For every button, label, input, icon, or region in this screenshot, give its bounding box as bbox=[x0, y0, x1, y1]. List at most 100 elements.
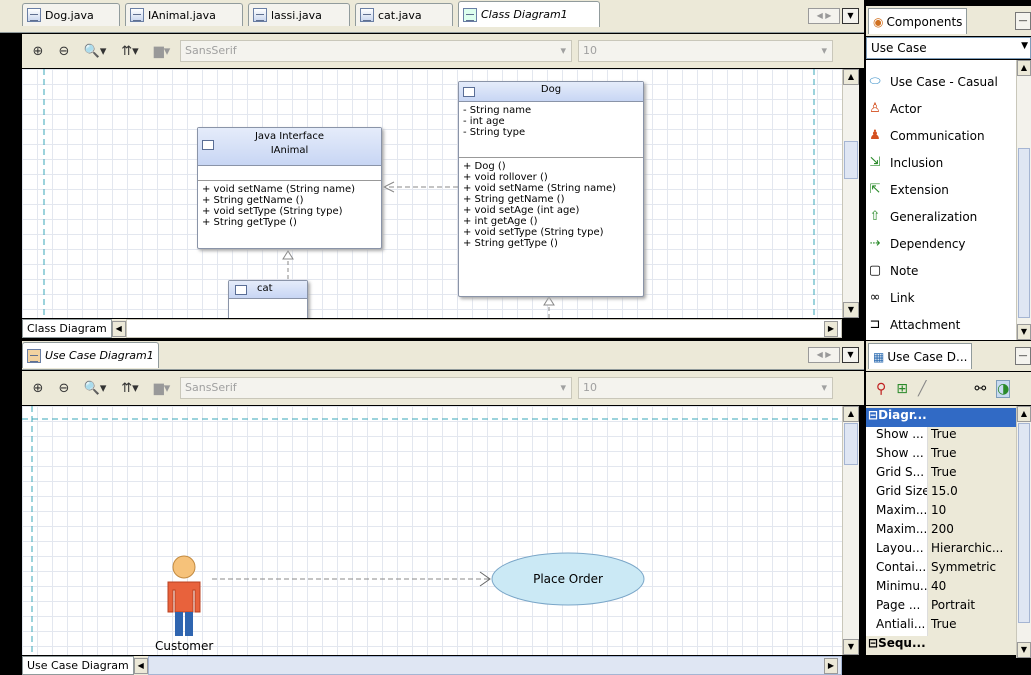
property-row[interactable]: Show ... True bbox=[866, 446, 1016, 465]
tab-class-diagram[interactable]: Class Diagram1 bbox=[458, 1, 600, 27]
component-attachment[interactable]: ⊐ Attachment bbox=[866, 311, 961, 338]
scroll-down-icon[interactable]: ▼ bbox=[1017, 642, 1031, 658]
property-row[interactable]: Grid Size 15.0 bbox=[866, 484, 1016, 503]
property-row[interactable]: Maxim... 200 bbox=[866, 522, 1016, 541]
zoom-in-icon[interactable]: ⊕ bbox=[28, 44, 48, 59]
component-inclusion[interactable]: ⇲ Inclusion bbox=[866, 149, 944, 176]
scroll-down-icon[interactable]: ▼ bbox=[1017, 324, 1031, 340]
ianimal-interface-box[interactable]: Java Interface IAnimal + void setName (St… bbox=[197, 127, 382, 249]
property-row[interactable]: Grid S... True bbox=[866, 465, 1016, 484]
component-actor[interactable]: ♙ Actor bbox=[866, 95, 921, 122]
component-extension[interactable]: ⇱ Extension bbox=[866, 176, 949, 203]
tab-scroll-buttons[interactable]: ◀ ▶ bbox=[808, 8, 840, 24]
scroll-thumb[interactable] bbox=[844, 141, 858, 179]
class-diagram-canvas[interactable]: Dog - String name - int age - String typ… bbox=[22, 69, 842, 318]
scroll-right-icon[interactable]: ▶ bbox=[824, 657, 838, 674]
font-family-select[interactable]: SansSerif ▾ bbox=[180, 40, 572, 62]
property-row[interactable]: Antiali... True bbox=[866, 617, 1016, 636]
tab-use-case-diagram[interactable]: Use Case Diagram1 bbox=[22, 342, 159, 368]
components-vscrollbar[interactable]: ▲ ▼ bbox=[1016, 60, 1031, 340]
align-icon[interactable]: ⇈▾ bbox=[116, 381, 144, 396]
zoom-fit-icon[interactable]: 🔍▾ bbox=[80, 381, 110, 396]
component-generalization[interactable]: ⇧ Generalization bbox=[866, 203, 978, 230]
property-value[interactable]: True bbox=[928, 617, 957, 636]
scroll-thumb[interactable] bbox=[1018, 148, 1030, 318]
usecase-diagram-canvas[interactable]: Customer Place Order bbox=[22, 406, 842, 655]
scroll-left-icon[interactable]: ◀ bbox=[111, 320, 126, 337]
color-icon[interactable]: ▆▾ bbox=[150, 381, 174, 396]
tab-ianimal-java[interactable]: IAnimal.java bbox=[125, 3, 243, 26]
edit-icon[interactable]: ╱ bbox=[918, 381, 926, 397]
property-value[interactable]: 15.0 bbox=[928, 484, 958, 503]
property-value[interactable]: True bbox=[928, 465, 957, 484]
scroll-right-icon[interactable]: ▶ bbox=[824, 320, 838, 337]
chevron-down-icon: ▾ bbox=[821, 44, 827, 57]
scroll-up-icon[interactable]: ▲ bbox=[843, 69, 859, 85]
property-value[interactable]: True bbox=[928, 446, 957, 465]
minimize-icon[interactable]: — bbox=[1015, 12, 1031, 30]
dog-class-box[interactable]: Dog - String name - int age - String typ… bbox=[458, 81, 644, 297]
component-link[interactable]: ∞ Link bbox=[866, 284, 915, 311]
scroll-left-icon[interactable]: ◀ bbox=[133, 657, 148, 674]
scroll-up-icon[interactable]: ▲ bbox=[1017, 406, 1031, 422]
scroll-up-icon[interactable]: ▲ bbox=[843, 406, 859, 422]
zoom-out-icon[interactable]: ⊖ bbox=[54, 381, 74, 396]
component-communication[interactable]: ♟ Communication bbox=[866, 122, 984, 149]
property-row[interactable]: Page ... Portrait bbox=[866, 598, 1016, 617]
property-value[interactable]: Hierarchic... bbox=[928, 541, 1003, 560]
usecase-diagram-tab-label[interactable]: Use Case Diagram bbox=[22, 656, 134, 675]
add-icon[interactable]: ⊞ bbox=[896, 381, 908, 397]
properties-vscrollbar[interactable]: ▲ ▼ bbox=[1016, 406, 1031, 658]
scroll-thumb[interactable] bbox=[844, 423, 858, 465]
cat-class-box[interactable]: cat bbox=[228, 280, 308, 318]
usecase-place-order[interactable]: Place Order bbox=[492, 553, 644, 605]
link-icon: ∞ bbox=[869, 290, 881, 305]
tab-dog-java[interactable]: Dog.java bbox=[22, 3, 120, 26]
component-dependency[interactable]: ⇢ Dependency bbox=[866, 230, 966, 257]
property-value[interactable]: 200 bbox=[928, 522, 954, 541]
component-note[interactable]: ▢ Note bbox=[866, 257, 919, 284]
property-value[interactable]: Symmetric bbox=[928, 560, 996, 579]
pin-icon[interactable]: ⚲ bbox=[876, 381, 886, 397]
zoom-in-icon[interactable]: ⊕ bbox=[28, 381, 48, 396]
property-row[interactable]: Layou... Hierarchic... bbox=[866, 541, 1016, 560]
font-size-select[interactable]: 10 ▾ bbox=[578, 377, 833, 399]
tab-components[interactable]: ◉ Components bbox=[868, 8, 968, 34]
property-row[interactable]: Show ... True bbox=[866, 427, 1016, 446]
tab-scroll-buttons[interactable]: ◀ ▶ bbox=[808, 347, 840, 363]
color-wheel-icon[interactable]: ◑ bbox=[996, 379, 1011, 398]
property-row[interactable]: Maxim... 10 bbox=[866, 503, 1016, 522]
minimize-icon[interactable]: — bbox=[1015, 347, 1031, 365]
color-icon[interactable]: ▆▾ bbox=[150, 44, 174, 59]
property-value[interactable]: Portrait bbox=[928, 598, 975, 617]
font-size-select[interactable]: 10 ▾ bbox=[578, 40, 833, 62]
scroll-down-icon[interactable]: ▼ bbox=[843, 302, 859, 318]
find-icon[interactable]: ⚯ bbox=[974, 381, 986, 397]
property-value[interactable]: 10 bbox=[928, 503, 946, 522]
zoom-fit-icon[interactable]: 🔍▾ bbox=[80, 44, 110, 59]
class-diagram-tab-label[interactable]: Class Diagram bbox=[22, 319, 112, 338]
font-family-select[interactable]: SansSerif ▾ bbox=[180, 377, 572, 399]
scroll-thumb[interactable] bbox=[1018, 423, 1030, 623]
properties-section-diagram[interactable]: ⊟ Diagr... bbox=[866, 408, 1016, 427]
zoom-out-icon[interactable]: ⊖ bbox=[54, 44, 74, 59]
usecase-vscrollbar[interactable]: ▲ ▼ bbox=[842, 406, 859, 655]
class-diagram-vscrollbar[interactable]: ▲ ▼ bbox=[842, 69, 859, 318]
tab-lassi-java[interactable]: lassi.java bbox=[248, 3, 350, 26]
property-value[interactable]: 40 bbox=[928, 579, 946, 598]
component-category-select[interactable]: Use Case ▼ bbox=[866, 37, 1031, 59]
scroll-up-icon[interactable]: ▲ bbox=[1017, 60, 1031, 76]
scroll-down-icon[interactable]: ▼ bbox=[843, 639, 859, 655]
property-row[interactable]: Minimu... 40 bbox=[866, 579, 1016, 598]
component-use-case-casual[interactable]: ⬭ Use Case - Casual bbox=[866, 68, 997, 95]
tab-list-dropdown-icon[interactable]: ▼ bbox=[842, 8, 859, 24]
tab-list-dropdown-icon[interactable]: ▼ bbox=[842, 347, 859, 363]
java-file-icon bbox=[27, 8, 41, 22]
property-value[interactable]: True bbox=[928, 427, 957, 446]
tab-cat-java[interactable]: cat.java bbox=[355, 3, 453, 26]
property-key: Maxim... bbox=[866, 522, 928, 541]
property-row[interactable]: Contai... Symmetric bbox=[866, 560, 1016, 579]
properties-section-sequence[interactable]: ⊟ Sequ... bbox=[866, 636, 1016, 655]
align-icon[interactable]: ⇈▾ bbox=[116, 44, 144, 59]
tab-use-case-properties[interactable]: ▦ Use Case D... bbox=[868, 343, 973, 369]
